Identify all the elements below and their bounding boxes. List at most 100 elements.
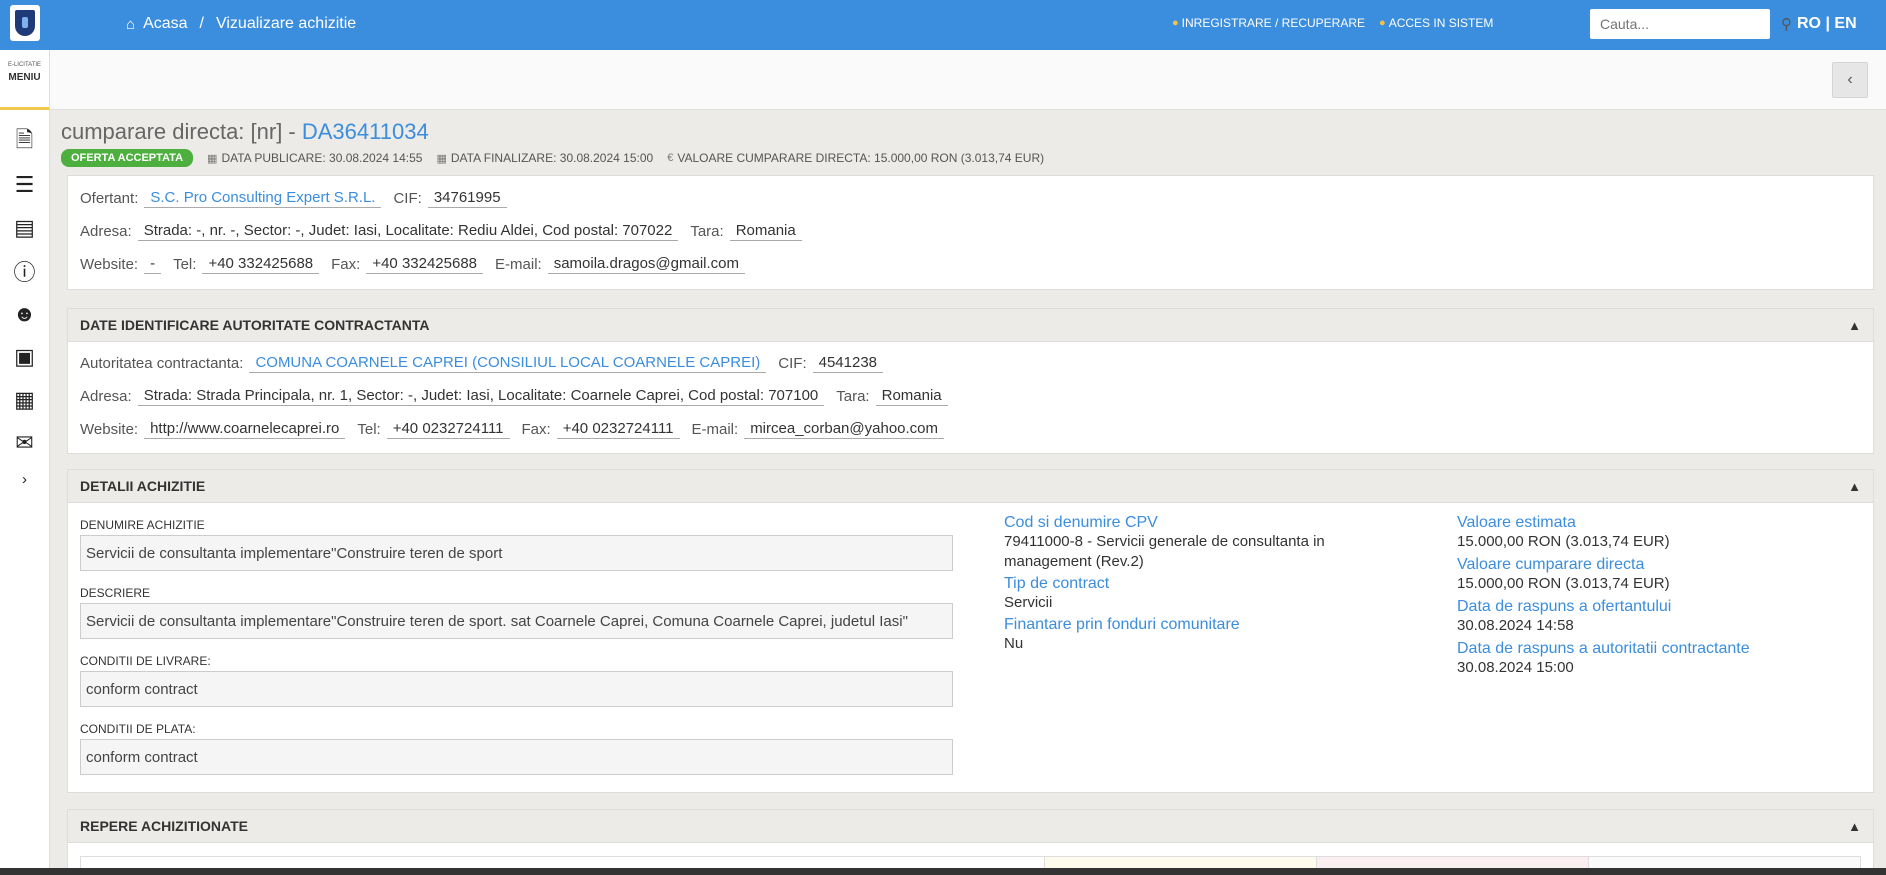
label: Tel: [173, 256, 197, 273]
panel-title: DATE IDENTIFICARE AUTORITATE CONTRACTANT… [80, 317, 430, 333]
user-icon: ☻ [12, 300, 37, 326]
sidebar-header[interactable]: E-LICITATIE MENIU [0, 50, 49, 110]
sidebar-item-messages[interactable]: ✉ [0, 421, 50, 464]
register-link-label: INREGISTRARE / RECUPERARE [1181, 16, 1366, 30]
cpv-value: 79411000-8 - Servicii generale de consul… [1004, 533, 1325, 570]
label: Fax: [521, 421, 551, 438]
authority-tel: +40 0232724111 [386, 420, 510, 439]
authority-panel-header[interactable]: DATE IDENTIFICARE AUTORITATE CONTRACTANT… [68, 309, 1873, 342]
authority-cif: 4541238 [812, 354, 884, 373]
login-link-label: ACCES IN SISTEM [1388, 16, 1494, 30]
lang-ro-link[interactable]: RO [1797, 15, 1821, 32]
contract-type-value: Servicii [1004, 594, 1053, 611]
sidebar-item-catalog[interactable]: ▦ [0, 378, 50, 421]
status-badge: OFERTA ACCEPTATA [61, 149, 194, 167]
bidder-address: Strada: -, nr. -, Sector: -, Judet: Iasi… [137, 222, 679, 241]
authority-address: Strada: Strada Principala, nr. 1, Sector… [137, 387, 825, 406]
bidder-email: samoila.dragos@gmail.com [547, 255, 745, 274]
publish-date-text: DATA PUBLICARE: 30.08.2024 14:55 [221, 151, 423, 165]
procurement-value: € VALOARE CUMPARARE DIRECTA: 15.000,00 RO… [667, 151, 1044, 165]
bidder-response-title: Data de raspuns a ofertantului [1457, 598, 1672, 615]
calendar-icon: ▦ [207, 152, 218, 165]
label: Website: [80, 421, 139, 438]
authority-website[interactable]: http://www.coarnelecaprei.ro [144, 420, 346, 439]
direct-purchase-value-title: Valoare cumparare directa [1457, 556, 1645, 573]
description-field: Servicii de consultanta implementare"Con… [80, 603, 953, 639]
search-box: ⚲ [1590, 9, 1792, 39]
home-icon: ⌂ [126, 15, 136, 33]
bidder-name-link[interactable]: S.C. Pro Consulting Expert S.R.L. [144, 189, 382, 208]
estimated-value-title: Valoare estimata [1457, 514, 1576, 531]
chevron-up-icon[interactable]: ▲ [1848, 479, 1861, 494]
sidebar-item-documents[interactable]: 🗎 [0, 120, 50, 163]
chevron-up-icon[interactable]: ▲ [1848, 819, 1861, 834]
breadcrumb-separator: / [199, 15, 204, 32]
sidebar-items: 🗎 ☰ ▤ ⓘ ☻ ▣ ▦ ✉ › [0, 110, 49, 494]
eu-funds-value: Nu [1004, 635, 1024, 652]
authority-row-address: Adresa: Strada: Strada Principala, nr. 1… [68, 380, 1873, 413]
field-label: DESCRIERE [80, 586, 151, 600]
label: Tara: [690, 223, 724, 240]
details-fields: DENUMIRE ACHIZITIE Servicii de consultan… [80, 518, 953, 775]
lang-en-link[interactable]: EN [1834, 15, 1856, 32]
login-link[interactable]: ● ACCES IN SISTEM [1379, 16, 1493, 30]
procurement-value-text: VALOARE CUMPARARE DIRECTA: 15.000,00 RON… [677, 151, 1045, 165]
authority-fax: +40 0232724111 [556, 420, 680, 439]
site-logo[interactable] [10, 5, 40, 41]
sidebar: E-LICITATIE MENIU 🗎 ☰ ▤ ⓘ ☻ ▣ ▦ ✉ › [0, 50, 50, 875]
delivery-conditions-field: conform contract [80, 671, 953, 707]
sidebar-item-users[interactable]: ☻ [0, 292, 50, 335]
sidebar-item-help[interactable]: ⓘ [0, 249, 50, 292]
items-panel: REPERE ACHIZITIONATE ▲ [67, 809, 1874, 870]
bidder-row-contact: Website: - Tel: +40 332425688 Fax: +40 3… [68, 248, 1873, 281]
search-icon[interactable]: ⚲ [1781, 15, 1792, 33]
panel-title: DETALII ACHIZITIE [80, 478, 206, 494]
bottom-bar [0, 868, 1886, 875]
authority-country: Romania [875, 387, 948, 406]
authority-row-contact: Website: http://www.coarnelecaprei.ro Te… [68, 413, 1873, 446]
bidder-country: Romania [729, 222, 802, 241]
authority-name-link[interactable]: COMUNA COARNELE CAPREI (CONSILIUL LOCAL … [249, 354, 767, 373]
authority-email: mircea_corban@yahoo.com [744, 420, 945, 439]
collapse-panel-button[interactable]: ‹ [1832, 62, 1868, 98]
page-title: cumparare directa: [nr] - DA36411034 [61, 119, 429, 145]
breadcrumb-home-link[interactable]: Acasa [143, 15, 187, 33]
calendar-icon: ▦ [436, 152, 447, 165]
label: Tara: [836, 388, 870, 405]
chevron-right-icon: › [22, 470, 27, 488]
sidebar-menu-label: MENIU [8, 72, 41, 83]
items-panel-header[interactable]: REPERE ACHIZITIONATE ▲ [68, 810, 1873, 843]
details-info-middle: Cod si denumire CPV 79411000-8 - Servici… [1004, 514, 1384, 654]
label: Tel: [357, 421, 381, 438]
chevron-left-icon: ‹ [1847, 71, 1853, 88]
sidebar-item-profile[interactable]: ▣ [0, 335, 50, 378]
field-label: DENUMIRE ACHIZITIE [80, 518, 205, 532]
details-panel: DETALII ACHIZITIE ▲ DENUMIRE ACHIZITIE S… [67, 469, 1874, 793]
authority-response-value: 30.08.2024 15:00 [1457, 659, 1574, 676]
cpv-title: Cod si denumire CPV [1004, 514, 1158, 531]
shield-logo-icon [15, 10, 35, 36]
breadcrumb-current: Vizualizare achizitie [215, 15, 357, 32]
sidebar-item-list[interactable]: ☰ [0, 163, 50, 206]
document-icon: 🗎 [15, 126, 34, 152]
field-label: CONDITII DE PLATA: [80, 722, 196, 736]
bidder-row-address: Adresa: Strada: -, nr. -, Sector: -, Jud… [68, 215, 1873, 248]
register-link[interactable]: ● INREGISTRARE / RECUPERARE [1172, 16, 1365, 30]
list-icon: ☰ [14, 171, 35, 197]
chevron-up-icon[interactable]: ▲ [1848, 318, 1861, 333]
lang-separator: | [1825, 15, 1830, 32]
sidebar-expand-button[interactable]: › [0, 464, 50, 494]
search-input[interactable] [1590, 9, 1781, 39]
details-panel-header[interactable]: DETALII ACHIZITIE ▲ [68, 470, 1873, 503]
label: CIF: [778, 355, 807, 372]
procurement-meta: OFERTA ACCEPTATA ▦ DATA PUBLICARE: 30.08.… [61, 149, 1044, 167]
catalog-icon: ▦ [14, 386, 35, 412]
end-date-text: DATA FINALIZARE: 30.08.2024 15:00 [450, 151, 654, 165]
bidder-tel: +40 332425688 [202, 255, 320, 274]
language-switch: RO | EN [1797, 15, 1857, 33]
authority-response-title: Data de raspuns a autoritatii contractan… [1457, 640, 1750, 657]
sidebar-item-contracts[interactable]: ▤ [0, 206, 50, 249]
payment-conditions-field: conform contract [80, 739, 953, 775]
end-date: ▦ DATA FINALIZARE: 30.08.2024 15:00 [436, 151, 653, 165]
label: E-mail: [691, 421, 739, 438]
